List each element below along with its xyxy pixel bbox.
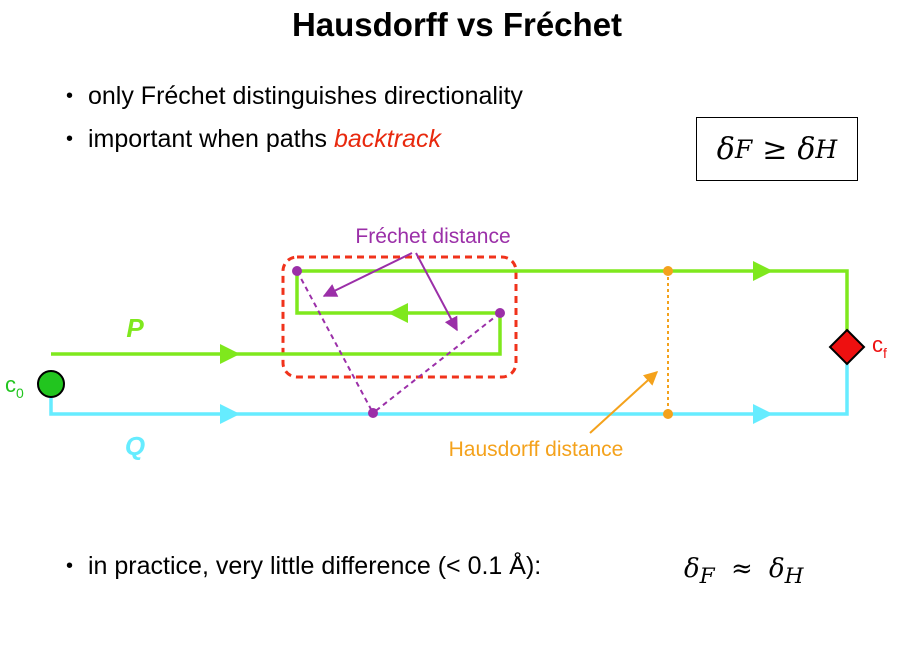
frechet-point (495, 308, 505, 318)
delta-symbol: δ (769, 554, 785, 584)
path-q-arrow (753, 404, 773, 424)
path-q-line (49, 357, 849, 416)
subscript-h: H (784, 564, 804, 590)
frechet-point (368, 408, 378, 418)
start-label-main: c (5, 372, 16, 397)
hausdorff-point (663, 266, 673, 276)
hausdorff-distance-label: Hausdorff distance (449, 438, 624, 461)
relation-symbol: ≈ (730, 554, 753, 584)
start-label: c0 (5, 372, 24, 401)
frechet-link-line (296, 270, 374, 414)
end-point-marker (828, 328, 866, 366)
start-label-subscript: 0 (16, 385, 24, 401)
path-p-arrow (220, 344, 240, 364)
end-label: cf (872, 332, 887, 361)
path-p-label: P (126, 313, 144, 343)
frechet-link-line (372, 312, 501, 414)
path-p-line (51, 269, 849, 356)
frechet-pointer-arrow (322, 252, 413, 297)
path-p-arrow (753, 261, 773, 281)
end-label-main: c (872, 332, 883, 357)
path-p-arrow-backtrack (388, 303, 408, 323)
bullet-practice: • in practice, very little difference (< … (66, 552, 541, 581)
path-q-label: Q (125, 431, 145, 461)
hausdorff-point (663, 409, 673, 419)
subscript-f: F (699, 564, 715, 590)
frechet-approx-hausdorff-formula: δF ≈ δH (684, 554, 804, 589)
path-q-arrow (220, 404, 240, 424)
bullet-text: in practice, very little difference (< 0… (88, 552, 542, 580)
bullet-dot: • (66, 555, 74, 577)
frechet-point (292, 266, 302, 276)
end-label-subscript: f (883, 345, 887, 361)
hausdorff-pointer-arrow (589, 371, 659, 434)
delta-symbol: δ (684, 554, 700, 584)
frechet-distance-label: Fréchet distance (355, 225, 510, 248)
start-point-marker (37, 370, 65, 398)
frechet-pointer-arrow (415, 252, 458, 332)
